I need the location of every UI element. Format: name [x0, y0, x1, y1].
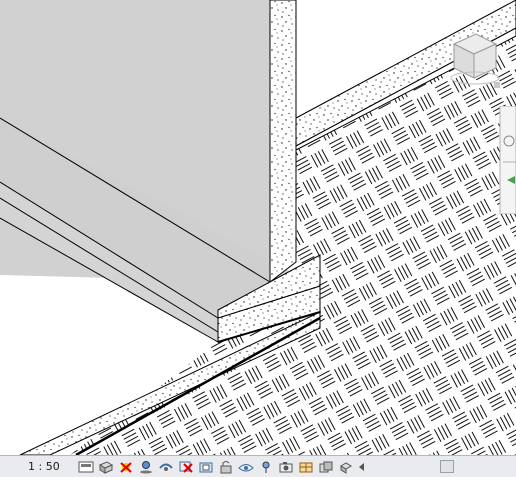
view-cube[interactable]	[446, 30, 502, 90]
unlock-3d-view-icon[interactable]	[216, 458, 236, 476]
revit-3d-view-window: 1 : 50	[0, 0, 516, 477]
reveal-hidden-elements-icon[interactable]	[256, 458, 276, 476]
show-rendering-dialog-icon[interactable]	[156, 458, 176, 476]
model-drawing	[0, 0, 516, 455]
show-crop-region-icon[interactable]	[196, 458, 216, 476]
view-scale[interactable]: 1 : 50	[0, 460, 76, 473]
reveal-constraints-icon[interactable]	[336, 458, 356, 476]
concrete-column	[269, 0, 297, 284]
highlight-displacement-sets-icon[interactable]	[316, 458, 336, 476]
shadows-icon[interactable]	[136, 458, 156, 476]
horizontal-scrollbar[interactable]	[368, 458, 516, 476]
temporary-hide-isolate-icon[interactable]	[236, 458, 256, 476]
horizontal-scrollbar-thumb[interactable]	[440, 459, 454, 473]
navigation-bar[interactable]	[497, 106, 516, 214]
scroll-left-arrow-icon[interactable]	[356, 458, 368, 476]
visual-style-icon[interactable]	[96, 458, 116, 476]
crop-view-icon[interactable]	[176, 458, 196, 476]
temporary-view-properties-icon[interactable]	[276, 458, 296, 476]
sun-path-icon[interactable]	[116, 458, 136, 476]
detail-level-icon[interactable]	[76, 458, 96, 476]
model-viewport[interactable]	[0, 0, 516, 455]
hide-analytical-model-icon[interactable]	[296, 458, 316, 476]
view-control-bar: 1 : 50	[0, 455, 516, 477]
